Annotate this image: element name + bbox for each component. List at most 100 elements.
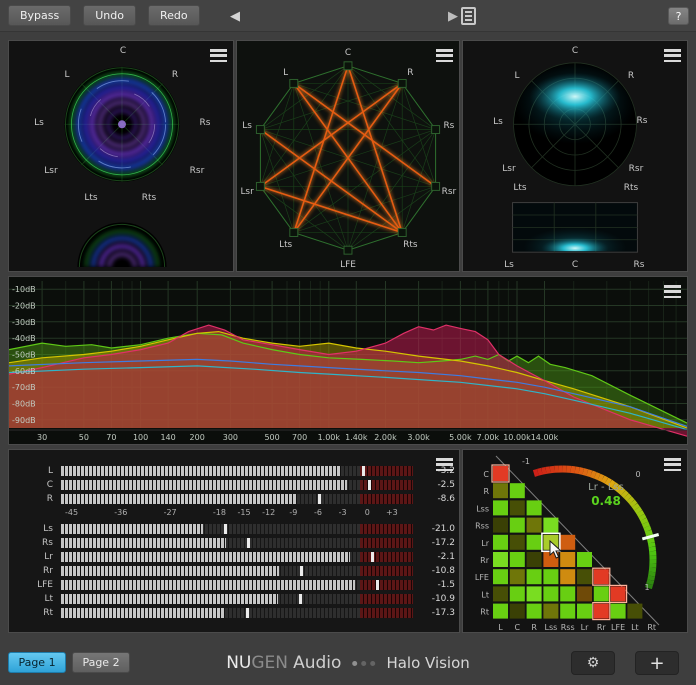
matrix-cell[interactable] [543, 552, 558, 567]
matrix-cell[interactable] [493, 586, 508, 601]
matrix-cell[interactable] [594, 569, 609, 584]
matrix-cell[interactable] [577, 586, 592, 601]
matrix-cell[interactable] [594, 586, 609, 601]
panel-menu-icon[interactable] [664, 458, 681, 471]
matrix-cell[interactable] [543, 535, 558, 550]
axis-label: -50dB [12, 351, 36, 360]
matrix-cell[interactable] [493, 500, 508, 515]
axis-label: C [483, 470, 489, 479]
channel-label: C [572, 260, 578, 270]
axis-label: Rr [480, 556, 490, 565]
matrix-cell[interactable] [627, 604, 642, 619]
matrix-cell[interactable] [594, 604, 609, 619]
scale-tick: +3 [386, 508, 398, 517]
panel-menu-icon[interactable] [210, 49, 227, 62]
scale-tick: -9 [289, 508, 297, 517]
matrix-cell[interactable] [611, 604, 626, 619]
web-node [398, 79, 406, 87]
matrix-cell[interactable] [577, 552, 592, 567]
axis-label: 700 [292, 433, 307, 442]
undo-button[interactable]: Undo [83, 5, 136, 26]
level-meter-bar [61, 566, 413, 576]
matrix-cell[interactable] [543, 586, 558, 601]
matrix-cell[interactable] [510, 586, 525, 601]
panel-menu-icon[interactable] [664, 285, 681, 298]
matrix-cell[interactable] [577, 569, 592, 584]
meter-channel-label: Rt [9, 608, 53, 618]
level-meter-bar [61, 552, 413, 562]
matrix-cell[interactable] [543, 518, 558, 533]
matrix-cell[interactable] [510, 500, 525, 515]
panel-menu-icon[interactable] [436, 458, 453, 471]
matrix-cell[interactable] [560, 569, 575, 584]
correlation-web-visual: CRRsRsrRtsLFELtsLsrLsL [237, 41, 459, 271]
channel-label: Rts [142, 193, 156, 203]
axis-label: Rsr [442, 187, 457, 197]
scale-tick: 0 [365, 508, 370, 517]
help-button[interactable]: ? [668, 7, 689, 25]
preset-list-icon[interactable] [461, 7, 476, 25]
bypass-button[interactable]: Bypass [8, 5, 71, 26]
matrix-cell[interactable] [527, 518, 542, 533]
meter-value: -8.6 [415, 494, 455, 504]
meter-channel-label: Lr [9, 552, 53, 562]
meter-channel-label: C [9, 480, 53, 490]
matrix-cell[interactable] [611, 586, 626, 601]
redo-button[interactable]: Redo [148, 5, 200, 26]
axis-label: -10dB [12, 285, 36, 294]
matrix-cell[interactable] [527, 604, 542, 619]
matrix-cell[interactable] [510, 518, 525, 533]
axis-label: Rs [443, 121, 454, 131]
matrix-cell[interactable] [527, 500, 542, 515]
matrix-cell[interactable] [577, 604, 592, 619]
axis-label: 5.00k [449, 433, 472, 442]
matrix-cell[interactable] [560, 535, 575, 550]
meter-channel-label: Rs [9, 538, 53, 548]
meter-channel-label: R [9, 494, 53, 504]
matrix-cell[interactable] [543, 604, 558, 619]
matrix-cell[interactable] [493, 552, 508, 567]
matrix-cell[interactable] [510, 552, 525, 567]
matrix-cell[interactable] [527, 535, 542, 550]
axis-label: -20dB [12, 302, 36, 311]
axis-label: -70dB [12, 383, 36, 392]
channel-label: Lts [84, 193, 97, 203]
matrix-cell[interactable] [510, 535, 525, 550]
matrix-cell[interactable] [560, 552, 575, 567]
matrix-cell[interactable] [493, 483, 508, 498]
matrix-cell[interactable] [493, 518, 508, 533]
matrix-cell[interactable] [493, 466, 508, 481]
gauge-value-readout: 0.48 [591, 494, 621, 508]
matrix-cell[interactable] [493, 535, 508, 550]
page-1-button[interactable]: Page 1 [8, 652, 66, 673]
matrix-cell[interactable] [527, 552, 542, 567]
previous-preset-icon[interactable]: ◀ [222, 3, 248, 29]
polar-scope-visual [463, 41, 687, 271]
matrix-cell[interactable] [527, 586, 542, 601]
spectrum-visual: -10dB-20dB-30dB-40dB-50dB-60dB-70dB-80dB… [9, 277, 687, 444]
meter-value: -1.5 [415, 580, 455, 590]
matrix-cell[interactable] [510, 483, 525, 498]
meter-scale: -45-36-27-18-15-12-9-6-30+3 [61, 508, 413, 520]
halo-vision-window: Bypass Undo Redo ◀ ▶ ? [0, 0, 696, 685]
matrix-cell[interactable] [543, 569, 558, 584]
meter-row: Lt-10.9 [9, 593, 459, 606]
matrix-cell[interactable] [560, 586, 575, 601]
scale-tick: -3 [339, 508, 347, 517]
matrix-cell[interactable] [527, 569, 542, 584]
page-2-button[interactable]: Page 2 [72, 652, 130, 673]
panel-menu-icon[interactable] [664, 49, 681, 62]
panel-menu-icon[interactable] [436, 49, 453, 62]
meter-value: -17.3 [415, 608, 455, 618]
correlation-web-panel: CRRsRsrRtsLFELtsLsrLsL [236, 40, 460, 272]
add-panel-button[interactable]: + [635, 651, 679, 675]
settings-gear-icon[interactable]: ⚙ [571, 651, 615, 675]
axis-label: 500 [264, 433, 279, 442]
matrix-cell[interactable] [510, 604, 525, 619]
matrix-cell[interactable] [493, 604, 508, 619]
matrix-cell[interactable] [493, 569, 508, 584]
matrix-cell[interactable] [510, 569, 525, 584]
scale-tick: -6 [314, 508, 322, 517]
axis-label: 14.00k [531, 433, 559, 442]
matrix-cell[interactable] [560, 604, 575, 619]
